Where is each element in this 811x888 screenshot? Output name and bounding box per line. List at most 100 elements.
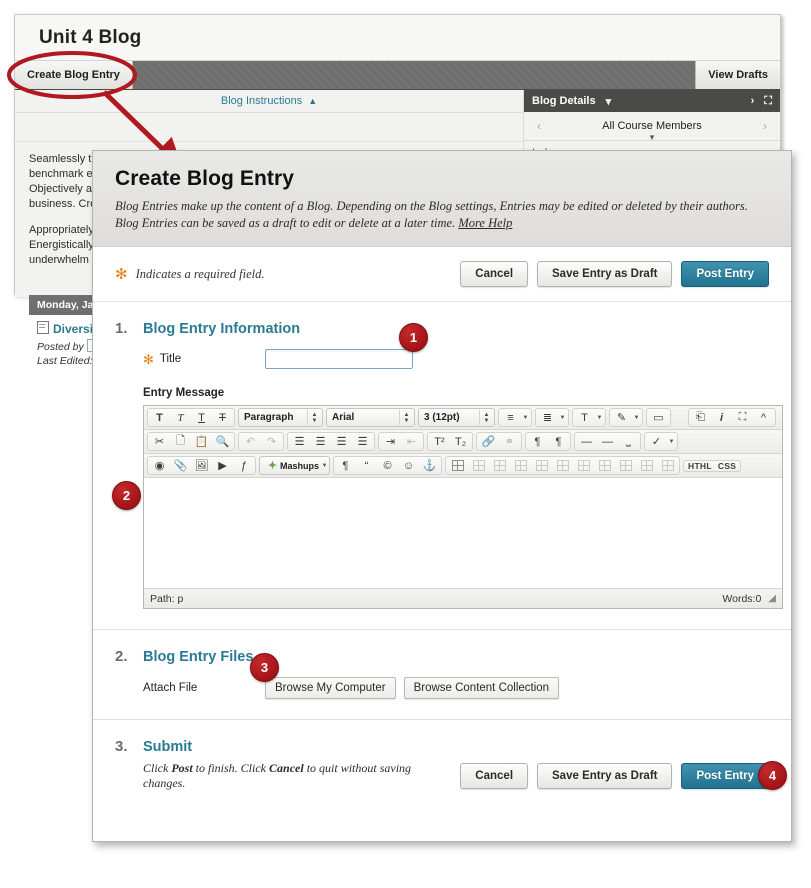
editor-text-area[interactable] <box>144 478 782 588</box>
grid-glyph <box>640 460 653 471</box>
css-source-button[interactable]: CSS <box>715 461 739 471</box>
indent-icon[interactable]: ⇥ <box>380 433 401 450</box>
hr-icon[interactable]: — <box>576 433 597 450</box>
post-entry-button-bottom[interactable]: Post Entry <box>681 763 769 789</box>
unlink-icon[interactable]: ⚭ <box>499 433 520 450</box>
title-input[interactable] <box>265 349 413 369</box>
numbered-list-icon[interactable]: ≣ <box>537 409 558 426</box>
stepper-icon[interactable]: ▲ ▼ <box>479 410 493 425</box>
cancel-button-bottom[interactable]: Cancel <box>460 763 529 789</box>
align-center-icon[interactable]: ☰ <box>310 433 331 450</box>
browse-my-computer-button[interactable]: Browse My Computer <box>265 677 396 699</box>
underline-icon[interactable]: T <box>191 409 212 426</box>
blog-details-header[interactable]: Blog Details ▾ › ⛶ <box>524 90 780 112</box>
mashups-button[interactable]: ✦ Mashups ▼ <box>259 456 330 475</box>
record-icon[interactable]: ◉ <box>149 457 170 474</box>
more-help-link[interactable]: More Help <box>458 216 512 230</box>
collapse-icon[interactable]: ^ <box>753 409 774 426</box>
required-field-note: Indicates a required field. <box>135 266 265 281</box>
table-cell-props-icon[interactable] <box>489 457 510 474</box>
blog-instructions-toggle[interactable]: Blog Instructions ▲ <box>15 90 523 113</box>
prev-member-icon[interactable]: ‹ <box>524 119 554 133</box>
align-left-icon[interactable]: ☰ <box>289 433 310 450</box>
table-row-props-icon[interactable] <box>468 457 489 474</box>
text-color-icon[interactable]: T <box>574 409 595 426</box>
stepper-icon[interactable]: ▲ ▼ <box>307 410 321 425</box>
spellcheck-icon[interactable]: ✓ <box>646 433 667 450</box>
chevron-down-icon[interactable]: ▼ <box>632 409 641 426</box>
superscript-icon[interactable]: T² <box>429 433 450 450</box>
align-right-icon[interactable]: ☰ <box>331 433 352 450</box>
table-split-cells-icon[interactable] <box>657 457 678 474</box>
table-insert-col-after-icon[interactable] <box>594 457 615 474</box>
next-member-icon[interactable]: › <box>750 119 780 133</box>
media-group: ◉ 📎 🖼 ▶ ƒ <box>147 456 256 475</box>
emoji-icon[interactable]: ☺ <box>398 457 419 474</box>
bold-icon[interactable]: T <box>149 409 170 426</box>
chevron-down-icon[interactable]: ▾ <box>650 132 655 143</box>
outdent-icon[interactable]: ⇤ <box>401 433 422 450</box>
chevron-down-icon[interactable]: ▼ <box>521 409 530 426</box>
font-family-select[interactable]: Arial ▲ ▼ <box>326 408 415 427</box>
video-icon[interactable]: ▶ <box>212 457 233 474</box>
strikethrough-icon[interactable]: T <box>212 409 233 426</box>
math-icon[interactable]: ƒ <box>233 457 254 474</box>
table-insert-row-after-icon[interactable] <box>531 457 552 474</box>
fullscreen-icon[interactable]: ⛶ <box>732 409 753 426</box>
chevron-down-icon[interactable]: ▼ <box>320 457 329 474</box>
save-draft-button-top[interactable]: Save Entry as Draft <box>537 261 673 287</box>
align-justify-icon[interactable]: ☰ <box>352 433 373 450</box>
table-insert-col-before-icon[interactable] <box>573 457 594 474</box>
redo-icon[interactable]: ↷ <box>261 433 282 450</box>
quote-icon[interactable]: “ <box>356 457 377 474</box>
find-icon[interactable]: 🔍 <box>212 433 233 450</box>
stepper-icon[interactable]: ▲ ▼ <box>399 410 413 425</box>
font-size-select[interactable]: 3 (12pt) ▲ ▼ <box>418 408 495 427</box>
chevron-down-icon[interactable]: ▼ <box>595 409 604 426</box>
chevron-down-icon[interactable]: ▼ <box>558 409 567 426</box>
section3-header: 3. Submit <box>115 738 769 755</box>
bullet-list-icon[interactable]: ≡ <box>500 409 521 426</box>
undo-icon[interactable]: ↶ <box>240 433 261 450</box>
create-blog-entry-button[interactable]: Create Blog Entry <box>15 61 133 89</box>
table-delete-col-icon[interactable] <box>615 457 636 474</box>
cancel-button-top[interactable]: Cancel <box>460 261 529 287</box>
anchor-icon[interactable]: ⚓ <box>419 457 440 474</box>
browse-content-collection-button[interactable]: Browse Content Collection <box>403 677 560 699</box>
table-insert-row-before-icon[interactable] <box>510 457 531 474</box>
rtl-icon[interactable]: ¶ <box>548 433 569 450</box>
post-entry-button-top[interactable]: Post Entry <box>681 261 769 287</box>
dash-icon[interactable]: — <box>597 433 618 450</box>
members-selector[interactable]: ‹ All Course Members ▾ › <box>524 112 780 143</box>
paragraph-style-select[interactable]: Paragraph ▲ ▼ <box>238 408 323 427</box>
info-icon[interactable]: i <box>711 409 732 426</box>
preview-icon[interactable]: ⎗ <box>690 409 711 426</box>
table-delete-row-icon[interactable] <box>552 457 573 474</box>
ltr-icon[interactable]: ¶ <box>527 433 548 450</box>
table-merge-cells-icon[interactable] <box>636 457 657 474</box>
chevron-down-icon[interactable]: ▼ <box>667 433 676 450</box>
link-icon[interactable]: 🔗 <box>478 433 499 450</box>
mashups-label: Mashups <box>280 460 320 471</box>
eraser-icon[interactable]: ▭ <box>648 409 669 426</box>
cut-icon[interactable]: ✂ <box>149 433 170 450</box>
copy-icon[interactable]: 🗋 <box>170 433 191 450</box>
fullscreen-icon[interactable]: ⛶ <box>764 95 772 108</box>
nbsp-icon[interactable]: ⎵ <box>618 433 639 450</box>
paste-icon[interactable]: 📋 <box>191 433 212 450</box>
attach-icon[interactable]: 📎 <box>170 457 191 474</box>
chevron-right-icon[interactable]: › <box>751 95 755 107</box>
save-draft-button-bottom[interactable]: Save Entry as Draft <box>537 763 673 789</box>
resize-handle-icon[interactable]: ◢ <box>768 593 776 604</box>
highlighter-icon[interactable]: ✎ <box>611 409 632 426</box>
section2-header: 2. Blog Entry Files <box>115 648 769 665</box>
paragraph-mark-icon[interactable]: ¶ <box>335 457 356 474</box>
chevron-up-icon: ▲ <box>308 96 318 106</box>
subscript-icon[interactable]: T₂ <box>450 433 471 450</box>
copyright-icon[interactable]: © <box>377 457 398 474</box>
italic-icon[interactable]: T <box>170 409 191 426</box>
html-source-button[interactable]: HTHL <box>685 461 715 471</box>
view-drafts-button[interactable]: View Drafts <box>695 61 780 89</box>
image-icon[interactable]: 🖼 <box>191 457 212 474</box>
table-icon[interactable] <box>447 457 468 474</box>
